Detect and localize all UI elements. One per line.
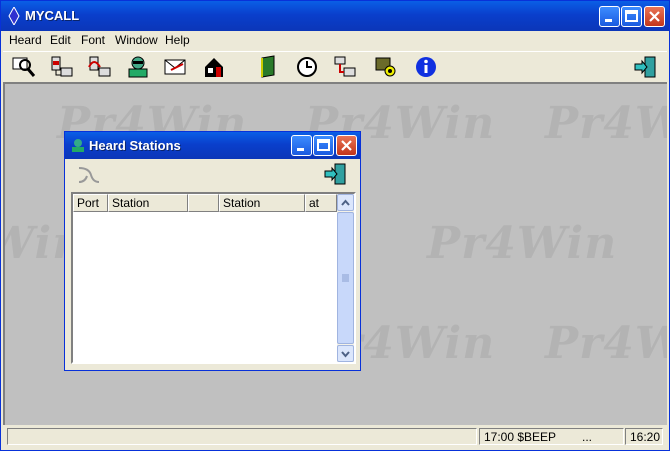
maximize-icon xyxy=(317,139,330,151)
menu-bar: Heard Edit Font Window Help xyxy=(1,31,669,50)
close-icon xyxy=(649,11,660,22)
watermark: Pr4Win xyxy=(545,318,667,369)
column-header-port[interactable]: Port xyxy=(73,194,108,212)
close-button[interactable] xyxy=(644,6,665,27)
heard-stations-list[interactable]: Port Station Station at xyxy=(71,192,356,364)
toolbar xyxy=(3,51,667,83)
exit-icon[interactable] xyxy=(633,55,659,79)
home-icon[interactable] xyxy=(201,55,227,79)
menu-help[interactable]: Help xyxy=(165,33,190,47)
status-panel-main xyxy=(7,428,477,445)
heard-stations-title-bar[interactable]: Heard Stations xyxy=(65,132,360,159)
maximize-button[interactable] xyxy=(621,6,642,27)
column-header-station-2[interactable]: Station xyxy=(219,194,305,212)
status-panel-beacon: 17:00 $BEEP ... xyxy=(479,428,624,445)
clock-time: 16:20 xyxy=(630,430,661,444)
minimize-button[interactable] xyxy=(599,6,620,27)
arrow-down-icon xyxy=(341,351,350,358)
arrow-up-icon xyxy=(341,199,350,206)
operator-icon[interactable] xyxy=(125,55,151,79)
maximize-icon xyxy=(625,10,638,22)
connect-icon[interactable] xyxy=(49,55,75,79)
scroll-up-button[interactable] xyxy=(337,194,354,211)
column-header-station[interactable]: Station xyxy=(108,194,188,212)
scroll-thumb[interactable] xyxy=(337,212,354,344)
shuffle-icon[interactable] xyxy=(77,164,101,186)
title-bar[interactable]: MYCALL xyxy=(1,1,669,31)
book-icon[interactable] xyxy=(256,55,282,79)
clock-icon[interactable] xyxy=(294,55,320,79)
watermark: Pr4Win xyxy=(545,98,667,149)
status-bar: 17:00 $BEEP ... 16:20 xyxy=(3,426,667,449)
heard-stations-window: Heard Stations Port Station Station at xyxy=(64,131,361,371)
settings-icon[interactable] xyxy=(373,55,399,79)
minimize-icon xyxy=(605,19,612,22)
menu-edit[interactable]: Edit xyxy=(50,33,71,47)
vertical-scrollbar[interactable] xyxy=(337,194,354,362)
minimize-icon xyxy=(297,148,304,151)
disconnect-icon[interactable] xyxy=(87,55,113,79)
child-minimize-button[interactable] xyxy=(291,135,312,156)
app-icon xyxy=(8,7,20,25)
main-window: MYCALL Heard Edit Font Window Help Pr4Wi… xyxy=(0,0,670,451)
child-close-button[interactable] xyxy=(336,135,357,156)
network-icon[interactable] xyxy=(332,55,358,79)
beacon-text: 17:00 $BEEP xyxy=(484,430,557,444)
watermark: Pr4Win xyxy=(427,218,618,269)
close-icon xyxy=(341,140,352,151)
info-icon[interactable] xyxy=(413,55,439,79)
radio-operator-icon xyxy=(72,139,84,152)
column-header-blank[interactable] xyxy=(188,194,219,212)
heard-stations-title: Heard Stations xyxy=(89,138,181,153)
status-panel-time: 16:20 xyxy=(625,428,663,445)
menu-font[interactable]: Font xyxy=(81,33,105,47)
menu-heard[interactable]: Heard xyxy=(9,33,42,47)
column-header-at[interactable]: at xyxy=(305,194,337,212)
status-dots: ... xyxy=(582,430,593,444)
monitor-search-icon[interactable] xyxy=(11,55,37,79)
exit-icon[interactable] xyxy=(323,162,349,186)
child-maximize-button[interactable] xyxy=(313,135,334,156)
grip-icon xyxy=(342,274,349,282)
window-title: MYCALL xyxy=(25,8,80,23)
menu-window[interactable]: Window xyxy=(115,33,158,47)
mail-icon[interactable] xyxy=(163,55,189,79)
scroll-down-button[interactable] xyxy=(337,345,354,362)
